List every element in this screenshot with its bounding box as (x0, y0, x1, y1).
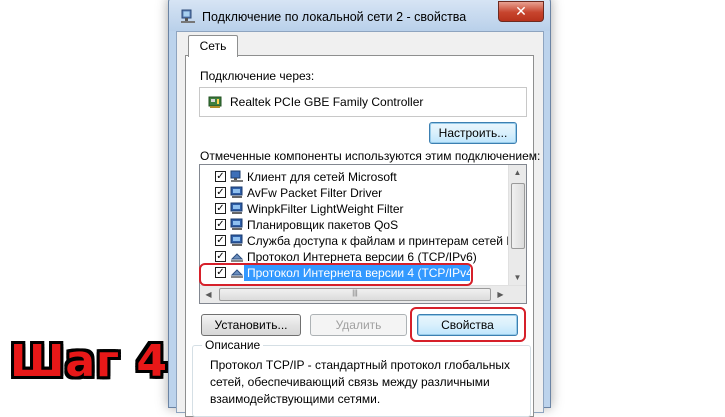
scroll-down-icon[interactable]: ▼ (509, 270, 526, 286)
list-item[interactable]: ✓ AvFw Packet Filter Driver (200, 185, 508, 201)
scroll-thumb-horizontal[interactable]: ||| (219, 288, 491, 301)
component-label: Протокол Интернета версии 6 (TCP/IPv6) (247, 250, 477, 264)
selected-row-highlight-frame (199, 263, 473, 286)
components-label: Отмеченные компоненты используются этим … (200, 149, 541, 163)
close-button[interactable]: ✕ (498, 1, 544, 22)
scroll-corner (509, 286, 526, 303)
configure-button[interactable]: Настроить... (429, 122, 517, 144)
network-service-icon (230, 234, 243, 246)
network-driver-icon (230, 186, 243, 198)
scroll-left-icon[interactable]: ◀ (200, 286, 217, 303)
title-bar[interactable]: Подключение по локальной сети 2 - свойст… (169, 0, 550, 31)
network-service-icon (230, 218, 243, 230)
component-checkbox[interactable]: ✓ (215, 203, 226, 214)
component-label: Планировщик пакетов QoS (247, 218, 399, 232)
remove-button[interactable]: Удалить (310, 314, 407, 336)
component-label: AvFw Packet Filter Driver (247, 186, 383, 200)
component-checkbox[interactable]: ✓ (215, 219, 226, 230)
component-label: WinpkFilter LightWeight Filter (247, 202, 404, 216)
list-item[interactable]: ✓ Служба доступа к файлам и принтерам се… (200, 233, 526, 249)
list-item[interactable]: ✓ Планировщик пакетов QoS (200, 217, 508, 233)
list-item[interactable]: ✓ Клиент для сетей Microsoft (200, 169, 508, 185)
network-connection-icon (181, 9, 195, 23)
component-label: Клиент для сетей Microsoft (247, 170, 397, 184)
component-checkbox[interactable]: ✓ (215, 171, 226, 182)
adapter-field: Realtek PCIe GBE Family Controller (199, 87, 527, 117)
install-button[interactable]: Установить... (201, 314, 301, 336)
properties-highlight-frame (410, 307, 526, 342)
network-adapter-icon (208, 96, 222, 108)
connect-using-label: Подключение через: (200, 69, 315, 83)
tab-network[interactable]: Сеть (188, 35, 238, 57)
protocol-icon (230, 253, 244, 262)
description-title: Описание (202, 338, 264, 352)
description-text: Протокол TCP/IP - стандартный протокол г… (210, 358, 510, 406)
component-label: Служба доступа к файлам и принтерам сете… (247, 234, 527, 248)
scroll-up-icon[interactable]: ▲ (509, 165, 526, 181)
component-checkbox[interactable]: ✓ (215, 235, 226, 246)
window-title: Подключение по локальной сети 2 - свойст… (202, 10, 467, 24)
vertical-scrollbar[interactable]: ▲ ▼ (508, 165, 526, 286)
component-checkbox[interactable]: ✓ (215, 187, 226, 198)
scroll-right-icon[interactable]: ▶ (492, 286, 509, 303)
scroll-thumb[interactable] (511, 183, 525, 249)
step-caption: Шаг 4 (10, 336, 168, 387)
component-checkbox[interactable]: ✓ (215, 251, 226, 262)
network-client-icon (230, 170, 243, 182)
adapter-name: Realtek PCIe GBE Family Controller (230, 95, 424, 109)
network-driver-icon (230, 202, 243, 214)
list-item[interactable]: ✓ WinpkFilter LightWeight Filter (200, 201, 508, 217)
horizontal-scrollbar[interactable]: ◀ ||| ▶ (200, 285, 526, 303)
